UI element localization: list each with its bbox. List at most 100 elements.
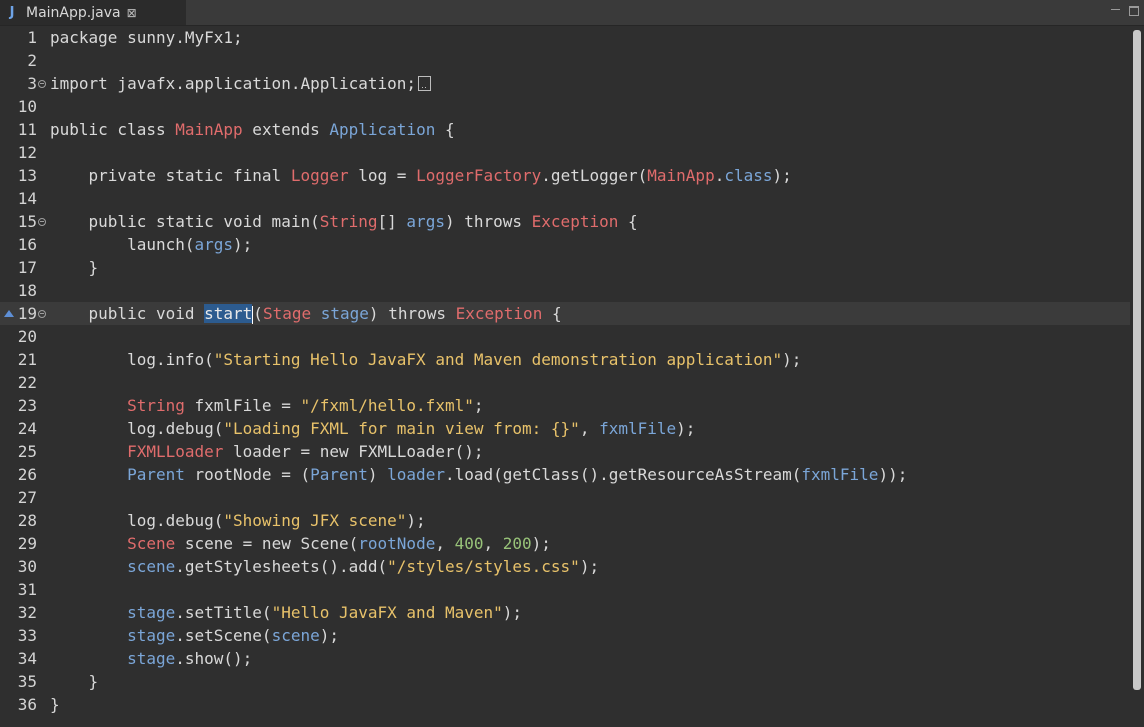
code-line[interactable]: 16 launch(args);: [0, 233, 1130, 256]
code-token: []: [377, 212, 407, 231]
code-line[interactable]: 24 log.debug("Loading FXML for main view…: [0, 417, 1130, 440]
tab-mainapp-java[interactable]: J MainApp.java ⊠: [0, 0, 186, 25]
code-token: stage: [320, 304, 369, 323]
code-text[interactable]: stage.setTitle("Hello JavaFX and Maven")…: [50, 601, 522, 624]
horizontal-scrollbar[interactable]: [0, 718, 1130, 727]
code-text[interactable]: stage.show();: [50, 647, 252, 670]
code-text[interactable]: Parent rootNode = (Parent) loader.load(g…: [50, 463, 907, 486]
code-token: String: [319, 212, 378, 231]
code-token: .getLogger(: [541, 166, 648, 185]
code-token: {: [618, 212, 638, 231]
code-line[interactable]: 13 private static final Logger log = Log…: [0, 164, 1130, 187]
line-number: 14: [17, 189, 37, 208]
line-number: 11: [17, 120, 37, 139]
line-number: 25: [17, 442, 37, 461]
maximize-icon[interactable]: [1128, 6, 1140, 16]
code-line[interactable]: 20: [0, 325, 1130, 348]
code-token: ,: [483, 534, 503, 553]
code-token: Parent: [127, 465, 185, 484]
code-token: loader: [387, 465, 445, 484]
close-icon[interactable]: ⊠: [127, 6, 137, 20]
code-line[interactable]: 17 }: [0, 256, 1130, 279]
code-token: );: [676, 419, 696, 438]
code-line[interactable]: 19 public void start(Stage stage) throws…: [0, 302, 1130, 325]
code-token: loader = new FXMLLoader();: [223, 442, 484, 461]
fold-toggle-icon[interactable]: [38, 218, 46, 226]
code-text[interactable]: package sunny.MyFx1;: [50, 26, 243, 49]
code-token: .: [714, 166, 725, 185]
code-text[interactable]: log.info("Starting Hello JavaFX and Mave…: [50, 348, 801, 371]
code-line[interactable]: 27: [0, 486, 1130, 509]
code-token: .setTitle(: [175, 603, 272, 622]
selected-token: start: [204, 304, 253, 323]
code-token: );: [579, 557, 600, 576]
code-text[interactable]: String fxmlFile = "/fxml/hello.fxml";: [50, 394, 483, 417]
editor-tab-bar: J MainApp.java ⊠: [0, 0, 1144, 26]
code-line[interactable]: 2: [0, 49, 1130, 72]
code-line[interactable]: 15 public static void main(String[] args…: [0, 210, 1130, 233]
code-editor[interactable]: 1 package sunny.MyFx1; 2 3 import javafx.app…: [0, 26, 1130, 727]
code-token: import javafx.application.Application;: [50, 74, 417, 93]
code-text[interactable]: public void start(Stage stage) throws Ex…: [50, 302, 562, 325]
code-token: "Starting Hello JavaFX and Maven demonst…: [213, 350, 783, 369]
fold-toggle-icon[interactable]: [38, 80, 46, 88]
code-line[interactable]: 12: [0, 141, 1130, 164]
code-line[interactable]: 11 public class MainApp extends Applicati…: [0, 118, 1130, 141]
code-line[interactable]: 30 scene.getStylesheets().add("/styles/s…: [0, 555, 1130, 578]
code-token: log.info(: [50, 350, 214, 369]
code-token: fxmlFile: [801, 465, 879, 484]
code-line[interactable]: 21 log.info("Starting Hello JavaFX and M…: [0, 348, 1130, 371]
minimize-icon[interactable]: [1110, 6, 1122, 15]
code-token: FXMLLoader: [127, 442, 224, 461]
vertical-scrollbar[interactable]: [1131, 26, 1144, 727]
vertical-scrollbar-thumb[interactable]: [1133, 30, 1141, 690]
code-text[interactable]: private static final Logger log = Logger…: [50, 164, 792, 187]
code-line[interactable]: 25 FXMLLoader loader = new FXMLLoader();: [0, 440, 1130, 463]
code-token: args: [406, 212, 445, 231]
code-line[interactable]: 22: [0, 371, 1130, 394]
code-text[interactable]: public static void main(String[] args) t…: [50, 210, 638, 233]
code-line[interactable]: 26 Parent rootNode = (Parent) loader.loa…: [0, 463, 1130, 486]
code-text[interactable]: }: [50, 670, 99, 693]
code-text[interactable]: stage.setScene(scene);: [50, 624, 339, 647]
code-token: package sunny.MyFx1;: [50, 28, 243, 47]
code-line[interactable]: 31: [0, 578, 1130, 601]
code-token: String: [127, 396, 185, 415]
line-number: 31: [17, 580, 37, 599]
code-line[interactable]: 28 log.debug("Showing JFX scene");: [0, 509, 1130, 532]
line-number: 19: [17, 304, 37, 323]
code-text[interactable]: import javafx.application.Application;: [50, 72, 432, 95]
code-line[interactable]: 23 String fxmlFile = "/fxml/hello.fxml";: [0, 394, 1130, 417]
code-line[interactable]: 34 stage.show();: [0, 647, 1130, 670]
code-line[interactable]: 14: [0, 187, 1130, 210]
code-text[interactable]: Scene scene = new Scene(rootNode, 400, 2…: [50, 532, 551, 555]
code-token: stage: [127, 626, 176, 645]
code-line[interactable]: 18: [0, 279, 1130, 302]
code-token: ,: [579, 419, 600, 438]
fold-toggle-icon[interactable]: [38, 310, 46, 318]
code-token: args: [194, 235, 234, 254]
code-line[interactable]: 29 Scene scene = new Scene(rootNode, 400…: [0, 532, 1130, 555]
code-token: stage: [127, 649, 176, 668]
code-line[interactable]: 10: [0, 95, 1130, 118]
code-token: ) throws: [444, 212, 532, 231]
code-text[interactable]: log.debug("Loading FXML for main view fr…: [50, 417, 695, 440]
code-text[interactable]: public class MainApp extends Application…: [50, 118, 455, 141]
line-number: 10: [17, 97, 37, 116]
code-line[interactable]: 1 package sunny.MyFx1;: [0, 26, 1130, 49]
code-line[interactable]: 32 stage.setTitle("Hello JavaFX and Mave…: [0, 601, 1130, 624]
code-token: );: [502, 603, 523, 622]
collapsed-imports-icon[interactable]: [418, 76, 432, 91]
code-text[interactable]: log.debug("Showing JFX scene");: [50, 509, 426, 532]
code-text[interactable]: }: [50, 256, 99, 279]
code-line[interactable]: 35 }: [0, 670, 1130, 693]
code-text[interactable]: }: [50, 693, 60, 716]
code-text[interactable]: scene.getStylesheets().add("/styles/styl…: [50, 555, 599, 578]
code-line[interactable]: 3 import javafx.application.Application;: [0, 72, 1130, 95]
code-text[interactable]: launch(args);: [50, 233, 252, 256]
code-line[interactable]: 36}: [0, 693, 1130, 716]
code-text[interactable]: FXMLLoader loader = new FXMLLoader();: [50, 440, 483, 463]
code-line[interactable]: 33 stage.setScene(scene);: [0, 624, 1130, 647]
